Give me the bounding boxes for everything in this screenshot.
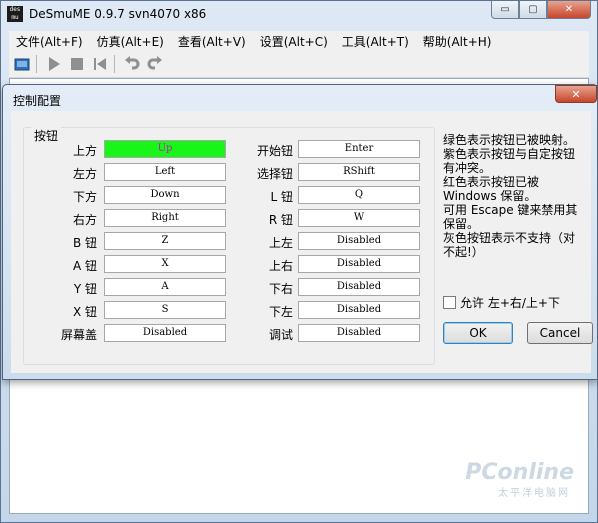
left-key-label: 上方 xyxy=(72,144,97,158)
left-key-label: B 钮 xyxy=(72,236,97,250)
left-key-label: 下方 xyxy=(72,190,97,204)
right-key-field[interactable]: Disabled xyxy=(298,324,420,342)
allow-opposite-row[interactable]: 允许 左+右/上+下 xyxy=(443,294,560,311)
menu-item[interactable]: 工具(Alt+T) xyxy=(335,33,416,50)
right-key-label: 上左 xyxy=(268,236,293,250)
undo-button[interactable] xyxy=(122,54,142,74)
minimize-button[interactable]: ▭ xyxy=(491,1,519,19)
reset-icon xyxy=(94,58,106,70)
menu-item[interactable]: 帮助(Alt+H) xyxy=(416,33,499,50)
title-bar: des mu me DeSmuME 0.9.7 svn4070 x86 ▭ ▢ … xyxy=(1,1,597,29)
menu-item[interactable]: 设置(Alt+C) xyxy=(253,33,335,50)
toolbar-separator xyxy=(36,55,37,73)
dialog-close-button[interactable]: ✕ xyxy=(555,85,597,103)
watermark-subtitle: 太平洋电脑网 xyxy=(498,488,570,499)
left-key-field[interactable]: Z xyxy=(104,232,226,250)
right-key-label: 下右 xyxy=(268,282,293,296)
left-key-label: X 钮 xyxy=(72,305,97,319)
left-key-field[interactable]: Right xyxy=(104,209,226,227)
legend-info-text: 绿色表示按钮已被映射。 紫色表示按钮与自定按钮 有冲突。 红色表示按钮已被 Wi… xyxy=(443,133,578,259)
window-title: DeSmuME 0.9.7 svn4070 x86 xyxy=(29,7,207,21)
left-key-field[interactable]: S xyxy=(104,301,226,319)
left-key-field[interactable]: Down xyxy=(104,186,226,204)
menu-item[interactable]: 文件(Alt+F) xyxy=(9,33,90,50)
right-key-field[interactable]: Disabled xyxy=(298,278,420,296)
close-button[interactable]: ✕ xyxy=(547,1,591,19)
open-rom-button[interactable] xyxy=(12,54,32,74)
play-button[interactable] xyxy=(44,54,64,74)
right-key-field[interactable]: Enter xyxy=(298,140,420,158)
minimize-icon: ▭ xyxy=(500,4,510,15)
left-key-label: A 钮 xyxy=(72,259,97,273)
right-key-label: 调试 xyxy=(268,328,293,342)
right-key-field[interactable]: Disabled xyxy=(298,301,420,319)
allow-opposite-label: 允许 左+右/上+下 xyxy=(460,296,560,310)
allow-opposite-checkbox[interactable] xyxy=(443,296,456,309)
undo-icon xyxy=(125,56,140,70)
toolbar xyxy=(9,51,589,78)
left-key-label: 屏幕盖 xyxy=(60,328,97,342)
play-icon xyxy=(49,57,60,71)
toolbar-separator xyxy=(114,55,115,73)
maximize-button[interactable]: ▢ xyxy=(519,1,547,19)
right-key-label: 下左 xyxy=(268,305,293,319)
left-key-field[interactable]: A xyxy=(104,278,226,296)
left-key-field[interactable]: Up xyxy=(104,140,226,158)
right-key-label: 开始钮 xyxy=(256,144,293,158)
open-rom-icon xyxy=(14,58,30,71)
stop-button[interactable] xyxy=(67,54,87,74)
right-key-label: R 钮 xyxy=(268,213,293,227)
right-key-label: L 钮 xyxy=(270,190,293,204)
ok-button[interactable]: OK xyxy=(443,322,513,344)
cancel-button[interactable]: Cancel xyxy=(527,322,593,344)
left-key-label: 右方 xyxy=(72,213,97,227)
right-key-field[interactable]: Q xyxy=(298,186,420,204)
menu-item[interactable]: 仿真(Alt+E) xyxy=(90,33,171,50)
control-config-dialog: 控制配置 ✕ 按钮 绿色表示按钮已被映射。 紫色表示按钮与自定按钮 有冲突。 红… xyxy=(2,84,598,380)
stop-icon xyxy=(71,58,83,70)
right-key-field[interactable]: Disabled xyxy=(298,232,420,250)
close-icon: ✕ xyxy=(564,4,574,15)
left-key-label: Y 钮 xyxy=(73,282,97,296)
left-key-field[interactable]: X xyxy=(104,255,226,273)
left-key-field[interactable]: Left xyxy=(104,163,226,181)
close-icon: ✕ xyxy=(571,88,581,101)
window-controls: ▭ ▢ ✕ xyxy=(491,1,591,21)
right-key-label: 选择钮 xyxy=(256,167,293,181)
right-key-label: 上右 xyxy=(268,259,293,273)
app-icon: des mu me xyxy=(7,6,23,22)
right-key-field[interactable]: W xyxy=(298,209,420,227)
dialog-title: 控制配置 xyxy=(13,94,62,108)
reset-button[interactable] xyxy=(90,54,110,74)
left-key-label: 左方 xyxy=(72,167,97,181)
maximize-icon: ▢ xyxy=(528,4,538,15)
left-key-field[interactable]: Disabled xyxy=(104,324,226,342)
right-key-field[interactable]: Disabled xyxy=(298,255,420,273)
right-key-field[interactable]: RShift xyxy=(298,163,420,181)
redo-button[interactable] xyxy=(145,54,165,74)
watermark-logo: PConline xyxy=(465,460,574,485)
menu-item[interactable]: 查看(Alt+V) xyxy=(171,33,253,50)
redo-icon xyxy=(147,56,162,70)
dialog-body: 按钮 绿色表示按钮已被映射。 紫色表示按钮与自定按钮 有冲突。 红色表示按钮已被… xyxy=(11,111,593,373)
menubar: 文件(Alt+F) 仿真(Alt+E) 查看(Alt+V) 设置(Alt+C) 工具(A… xyxy=(9,31,589,51)
